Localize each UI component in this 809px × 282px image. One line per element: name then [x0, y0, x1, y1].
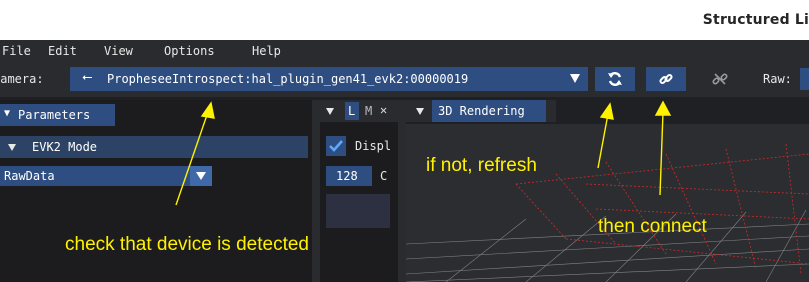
annotation-device-check: check that device is detected: [65, 234, 309, 255]
annotation-refresh: if not, refresh: [426, 155, 537, 176]
annotation-connect: then connect: [598, 216, 707, 237]
app-window: Structured Li File Edit View Options Hel…: [0, 0, 809, 282]
